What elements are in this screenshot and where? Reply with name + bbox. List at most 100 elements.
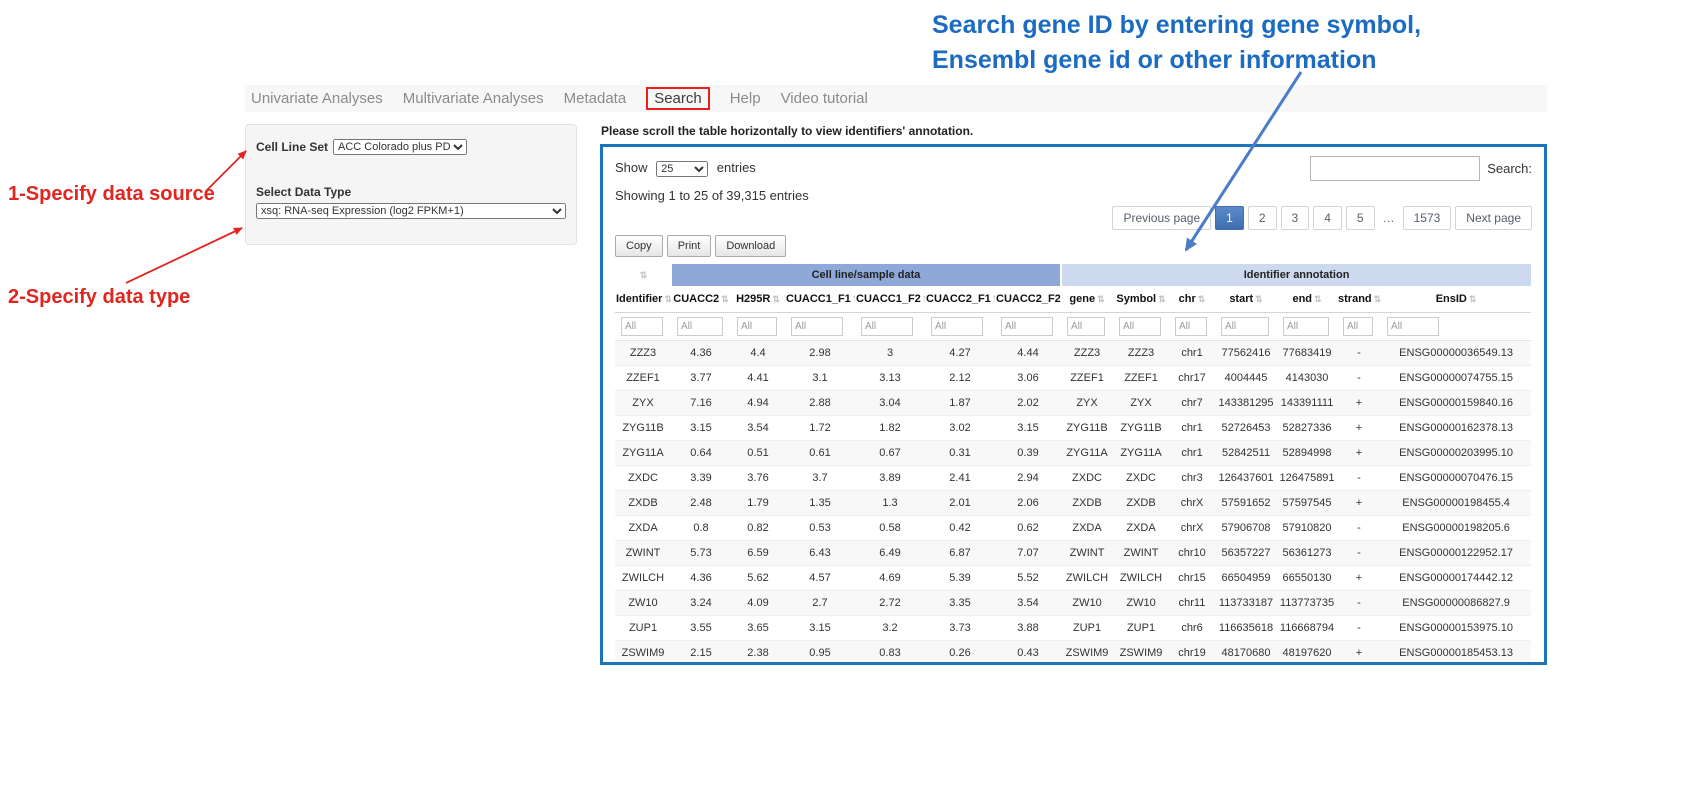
column-header-cuacc1-f2[interactable]: CUACC1_F2⇅ (855, 286, 925, 313)
table-cell: 3.55 (671, 616, 731, 641)
page-button-3[interactable]: 3 (1281, 206, 1310, 230)
table-cell: 0.39 (995, 441, 1061, 466)
filter-input-start[interactable] (1221, 317, 1269, 336)
filter-row (615, 313, 1531, 341)
column-header-cuacc2-f1[interactable]: CUACC2_F1⇅ (925, 286, 995, 313)
table-cell: chr6 (1169, 616, 1215, 641)
table-cell: ENSG00000122952.17 (1381, 541, 1531, 566)
table-cell: 57910820 (1277, 516, 1337, 541)
table-row[interactable]: ZXDB2.481.791.351.32.012.06ZXDBZXDBchrX5… (615, 491, 1531, 516)
nav-item-univariate-analyses[interactable]: Univariate Analyses (251, 90, 383, 107)
column-header-cuacc2[interactable]: CUACC2⇅ (671, 286, 731, 313)
next-page-button[interactable]: Next page (1455, 206, 1532, 230)
filter-input-cuacc1-f2[interactable] (861, 317, 913, 336)
table-cell: chr1 (1169, 441, 1215, 466)
nav-item-help[interactable]: Help (730, 90, 761, 107)
table-cell: 126475891 (1277, 466, 1337, 491)
nav-item-video-tutorial[interactable]: Video tutorial (781, 90, 868, 107)
page-button-1573[interactable]: 1573 (1403, 206, 1452, 230)
table-row[interactable]: ZXDC3.393.763.73.892.412.94ZXDCZXDCchr31… (615, 466, 1531, 491)
column-header-symbol[interactable]: Symbol⇅ (1113, 286, 1169, 313)
data-type-select[interactable]: xsq: RNA-seq Expression (log2 FPKM+1) (256, 203, 566, 219)
page-button-2[interactable]: 2 (1248, 206, 1277, 230)
page-button-1[interactable]: 1 (1215, 206, 1244, 230)
table-row[interactable]: ZZZ34.364.42.9834.274.44ZZZ3ZZZ3chr17756… (615, 341, 1531, 366)
table-cell: 3.15 (671, 416, 731, 441)
sort-icon: ⇅ (923, 294, 925, 304)
table-row[interactable]: ZSWIM92.152.380.950.830.260.43ZSWIM9ZSWI… (615, 641, 1531, 666)
nav-item-search[interactable]: Search (646, 87, 710, 110)
column-label: Symbol (1116, 293, 1156, 305)
table-cell: 0.95 (785, 641, 855, 666)
column-header-ensid[interactable]: EnsID⇅ (1381, 286, 1531, 313)
table-cell: 143391111 (1277, 391, 1337, 416)
filter-input-end[interactable] (1283, 317, 1329, 336)
filter-input-ensid[interactable] (1387, 317, 1439, 336)
search-tip-annotation: Search gene ID by entering gene symbol, … (932, 8, 1492, 78)
page-button-4[interactable]: 4 (1313, 206, 1342, 230)
column-header-identifier[interactable]: Identifier⇅ (615, 286, 671, 313)
column-header-cuacc2-f2[interactable]: CUACC2_F2⇅ (995, 286, 1061, 313)
table-cell: ZW10 (1113, 591, 1169, 616)
nav-item-multivariate-analyses[interactable]: Multivariate Analyses (403, 90, 544, 107)
entries-label: entries (717, 160, 756, 175)
table-cell: 126437601 (1215, 466, 1277, 491)
column-header-row: Identifier⇅CUACC2⇅H295R⇅CUACC1_F1⇅CUACC1… (615, 286, 1531, 313)
column-label: CUACC2 (673, 293, 719, 305)
table-cell: 4.36 (671, 341, 731, 366)
column-header-chr[interactable]: chr⇅ (1169, 286, 1215, 313)
cell-line-set-select[interactable]: ACC Colorado plus PDX (333, 139, 467, 155)
filter-input-strand[interactable] (1343, 317, 1373, 336)
table-cell: 48197620 (1277, 641, 1337, 666)
filter-cell-ensid (1381, 313, 1531, 341)
table-search-input[interactable] (1310, 156, 1480, 181)
table-row[interactable]: ZYG11B3.153.541.721.823.023.15ZYG11BZYG1… (615, 416, 1531, 441)
filter-input-cuacc2-f1[interactable] (931, 317, 983, 336)
page-length-select[interactable]: 25 (656, 161, 708, 177)
filter-input-cuacc2[interactable] (677, 317, 723, 336)
filter-input-symbol[interactable] (1119, 317, 1161, 336)
table-row[interactable]: ZWINT5.736.596.436.496.877.07ZWINTZWINTc… (615, 541, 1531, 566)
nav-item-metadata[interactable]: Metadata (564, 90, 627, 107)
column-header-end[interactable]: end⇅ (1277, 286, 1337, 313)
column-header-h295r[interactable]: H295R⇅ (731, 286, 785, 313)
filter-input-identifier[interactable] (621, 317, 663, 336)
table-row[interactable]: ZYX7.164.942.883.041.872.02ZYXZYXchr7143… (615, 391, 1531, 416)
column-header-strand[interactable]: strand⇅ (1337, 286, 1381, 313)
column-header-start[interactable]: start⇅ (1215, 286, 1277, 313)
table-cell: 5.39 (925, 566, 995, 591)
filter-input-cuacc2-f2[interactable] (1001, 317, 1053, 336)
table-cell: 1.3 (855, 491, 925, 516)
table-cell: 4.09 (731, 591, 785, 616)
table-row[interactable]: ZZEF13.774.413.13.132.123.06ZZEF1ZZEF1ch… (615, 366, 1531, 391)
group-corner-cell[interactable]: ⇅ (615, 264, 671, 286)
table-cell: 0.82 (731, 516, 785, 541)
column-header-cuacc1-f1[interactable]: CUACC1_F1⇅ (785, 286, 855, 313)
filter-input-cuacc1-f1[interactable] (791, 317, 843, 336)
table-cell: 0.43 (995, 641, 1061, 666)
table-row[interactable]: ZWILCH4.365.624.574.695.395.52ZWILCHZWIL… (615, 566, 1531, 591)
table-cell: 2.38 (731, 641, 785, 666)
table-cell: - (1337, 591, 1381, 616)
print-button[interactable]: Print (667, 235, 712, 257)
table-row[interactable]: ZYG11A0.640.510.610.670.310.39ZYG11AZYG1… (615, 441, 1531, 466)
table-cell: chr10 (1169, 541, 1215, 566)
table-cell: 3.54 (731, 416, 785, 441)
table-cell: 66550130 (1277, 566, 1337, 591)
table-row[interactable]: ZXDA0.80.820.530.580.420.62ZXDAZXDAchrX5… (615, 516, 1531, 541)
column-header-gene[interactable]: gene⇅ (1061, 286, 1113, 313)
column-label: gene (1069, 293, 1095, 305)
prev-page-button[interactable]: Previous page (1112, 206, 1211, 230)
filter-cell-symbol (1113, 313, 1169, 341)
table-cell: ENSG00000086827.9 (1381, 591, 1531, 616)
filter-input-chr[interactable] (1175, 317, 1207, 336)
copy-button[interactable]: Copy (615, 235, 663, 257)
table-cell: chr11 (1169, 591, 1215, 616)
table-row[interactable]: ZUP13.553.653.153.23.733.88ZUP1ZUP1chr61… (615, 616, 1531, 641)
table-cell: chr17 (1169, 366, 1215, 391)
download-button[interactable]: Download (715, 235, 786, 257)
page-button-5[interactable]: 5 (1346, 206, 1375, 230)
table-row[interactable]: ZW103.244.092.72.723.353.54ZW10ZW10chr11… (615, 591, 1531, 616)
filter-input-gene[interactable] (1067, 317, 1105, 336)
filter-input-h295r[interactable] (737, 317, 777, 336)
